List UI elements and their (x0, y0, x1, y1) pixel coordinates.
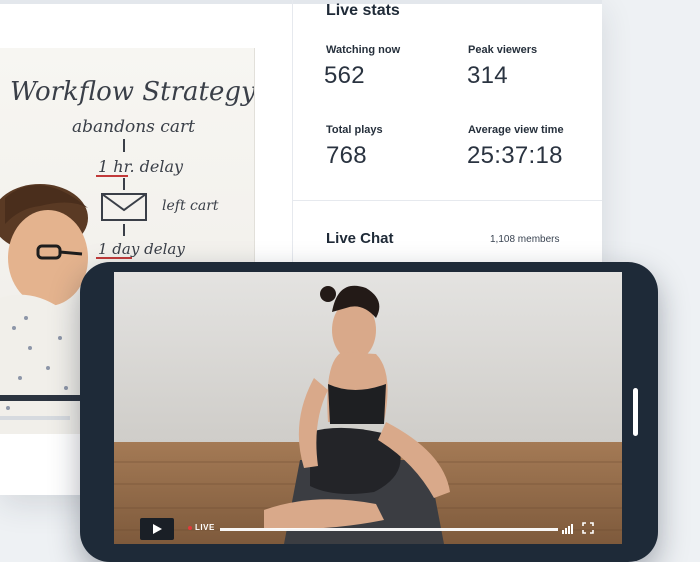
stat-value-peak-viewers: 314 (467, 62, 508, 89)
live-badge: LIVE (188, 523, 215, 532)
video-seek-bar[interactable] (220, 528, 558, 531)
stat-label-average-view-time: Average view time (468, 124, 564, 136)
whiteboard-line-1: abandons cart (72, 117, 195, 137)
stat-value-total-plays: 768 (326, 142, 367, 169)
whiteboard-line-3: left cart (162, 198, 219, 214)
thumbnail-progress-bar (0, 395, 80, 401)
stat-label-total-plays: Total plays (326, 124, 383, 136)
top-strip (0, 0, 602, 4)
video-controls: LIVE (132, 518, 602, 540)
stat-value-average-view-time: 25:37:18 (467, 142, 563, 169)
stat-value-watching-now: 562 (324, 62, 365, 89)
live-dot (188, 525, 192, 530)
whiteboard-line-4: 1 day delay (98, 240, 185, 258)
live-chat-title: Live Chat (326, 230, 394, 247)
play-icon (153, 524, 162, 534)
envelope-icon (101, 193, 147, 221)
signal-icon[interactable] (562, 522, 576, 534)
play-button[interactable] (140, 518, 174, 540)
section-divider (293, 200, 602, 201)
panel-divider (292, 0, 293, 262)
fullscreen-icon[interactable] (582, 522, 594, 534)
live-video-player[interactable] (114, 272, 622, 544)
whiteboard-title: Workflow Strategy (10, 77, 254, 107)
whiteboard-line-2: 1 hr. delay (98, 157, 184, 176)
stat-label-watching-now: Watching now (326, 44, 401, 56)
stat-label-peak-viewers: Peak viewers (468, 44, 538, 56)
phone-side-button (633, 388, 638, 436)
chat-member-count: 1,108 members (490, 234, 560, 245)
yoga-video-frame (114, 272, 622, 544)
thumbnail-progress-track (0, 416, 70, 420)
live-label: LIVE (195, 523, 215, 532)
live-stats-title: Live stats (326, 2, 400, 19)
